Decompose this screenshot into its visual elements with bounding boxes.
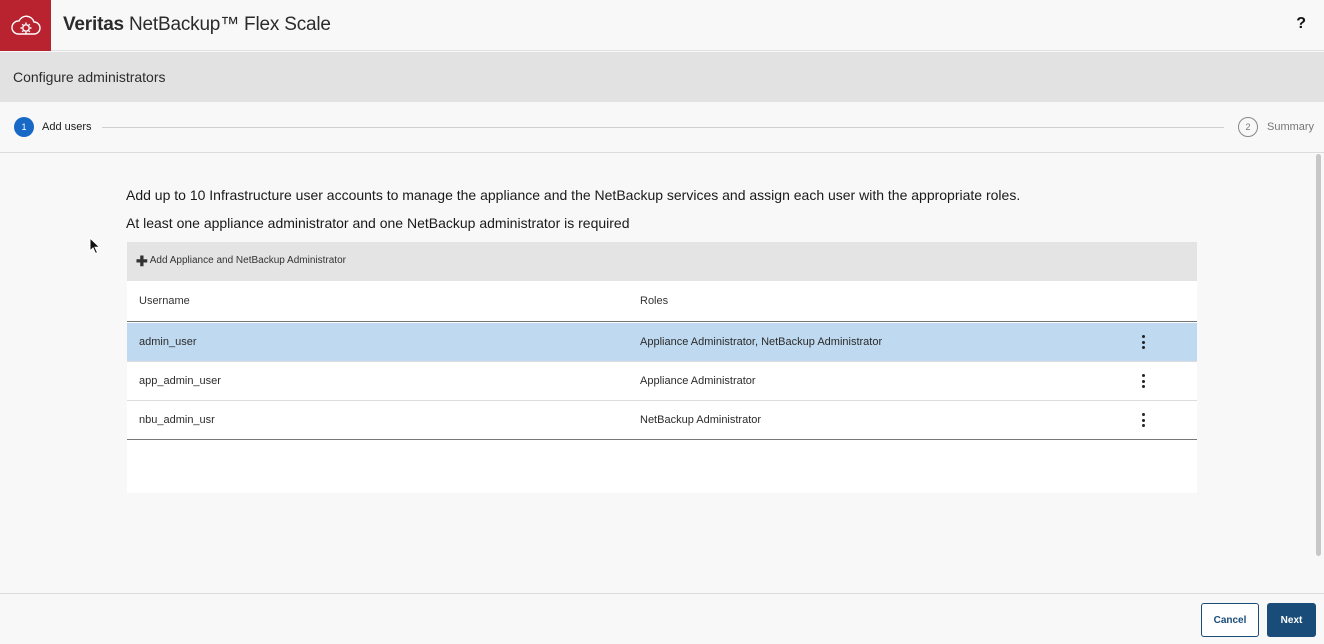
column-header-username[interactable]: Username [139, 295, 190, 307]
users-table: ✚ Add Appliance and NetBackup Administra… [127, 242, 1197, 493]
plus-icon: ✚ [136, 252, 148, 269]
roles-cell: NetBackup Administrator [640, 414, 762, 426]
roles-cell: Appliance Administrator [640, 375, 756, 387]
app-header: Veritas NetBackup™ Flex Scale ? [0, 0, 1324, 51]
table-header: Username Roles [127, 281, 1197, 322]
step-1-indicator[interactable]: 1 [14, 117, 34, 137]
product-name: NetBackup™ Flex Scale [129, 14, 331, 35]
vertical-scrollbar[interactable] [1316, 154, 1321, 556]
column-header-roles[interactable]: Roles [640, 295, 668, 307]
step-1-label[interactable]: Add users [42, 121, 92, 133]
help-button[interactable]: ? [1296, 15, 1306, 33]
cloud-gear-icon [0, 0, 51, 51]
stepper-connector [102, 127, 1224, 128]
row-actions-menu-icon[interactable] [1137, 373, 1149, 389]
main-content: Add up to 10 Infrastructure user account… [0, 153, 1324, 593]
username-cell: app_admin_user [139, 375, 221, 387]
step-2-indicator[interactable]: 2 [1238, 117, 1258, 137]
roles-cell: Appliance Administrator, NetBackup Admin… [640, 336, 883, 348]
step-2-label[interactable]: Summary [1267, 121, 1314, 133]
wizard-stepper: 1 Add users 2 Summary [0, 102, 1324, 153]
table-row[interactable]: app_admin_user Appliance Administrator [127, 362, 1197, 401]
username-cell: admin_user [139, 336, 197, 348]
app-title: Veritas NetBackup™ Flex Scale [63, 14, 331, 36]
username-cell: nbu_admin_usr [139, 414, 215, 426]
intro-text: Add up to 10 Infrastructure user account… [126, 187, 1021, 203]
page-title: Configure administrators [13, 69, 166, 85]
table-toolbar: ✚ Add Appliance and NetBackup Administra… [127, 242, 1197, 281]
row-actions-menu-icon[interactable] [1137, 412, 1149, 428]
table-row[interactable]: admin_user Appliance Administrator, NetB… [127, 323, 1197, 362]
mouse-pointer-icon [89, 236, 101, 260]
page-header: Configure administrators [0, 52, 1324, 102]
add-administrator-button[interactable]: ✚ Add Appliance and NetBackup Administra… [136, 252, 346, 269]
wizard-footer: Cancel Next [0, 593, 1324, 644]
table-row[interactable]: nbu_admin_usr NetBackup Administrator [127, 401, 1197, 440]
brand-name: Veritas [63, 14, 124, 35]
next-button[interactable]: Next [1267, 603, 1316, 637]
row-actions-menu-icon[interactable] [1137, 334, 1149, 350]
add-administrator-label: Add Appliance and NetBackup Administrato… [149, 255, 346, 266]
requirement-text: At least one appliance administrator and… [126, 215, 630, 231]
cancel-button[interactable]: Cancel [1201, 603, 1259, 637]
